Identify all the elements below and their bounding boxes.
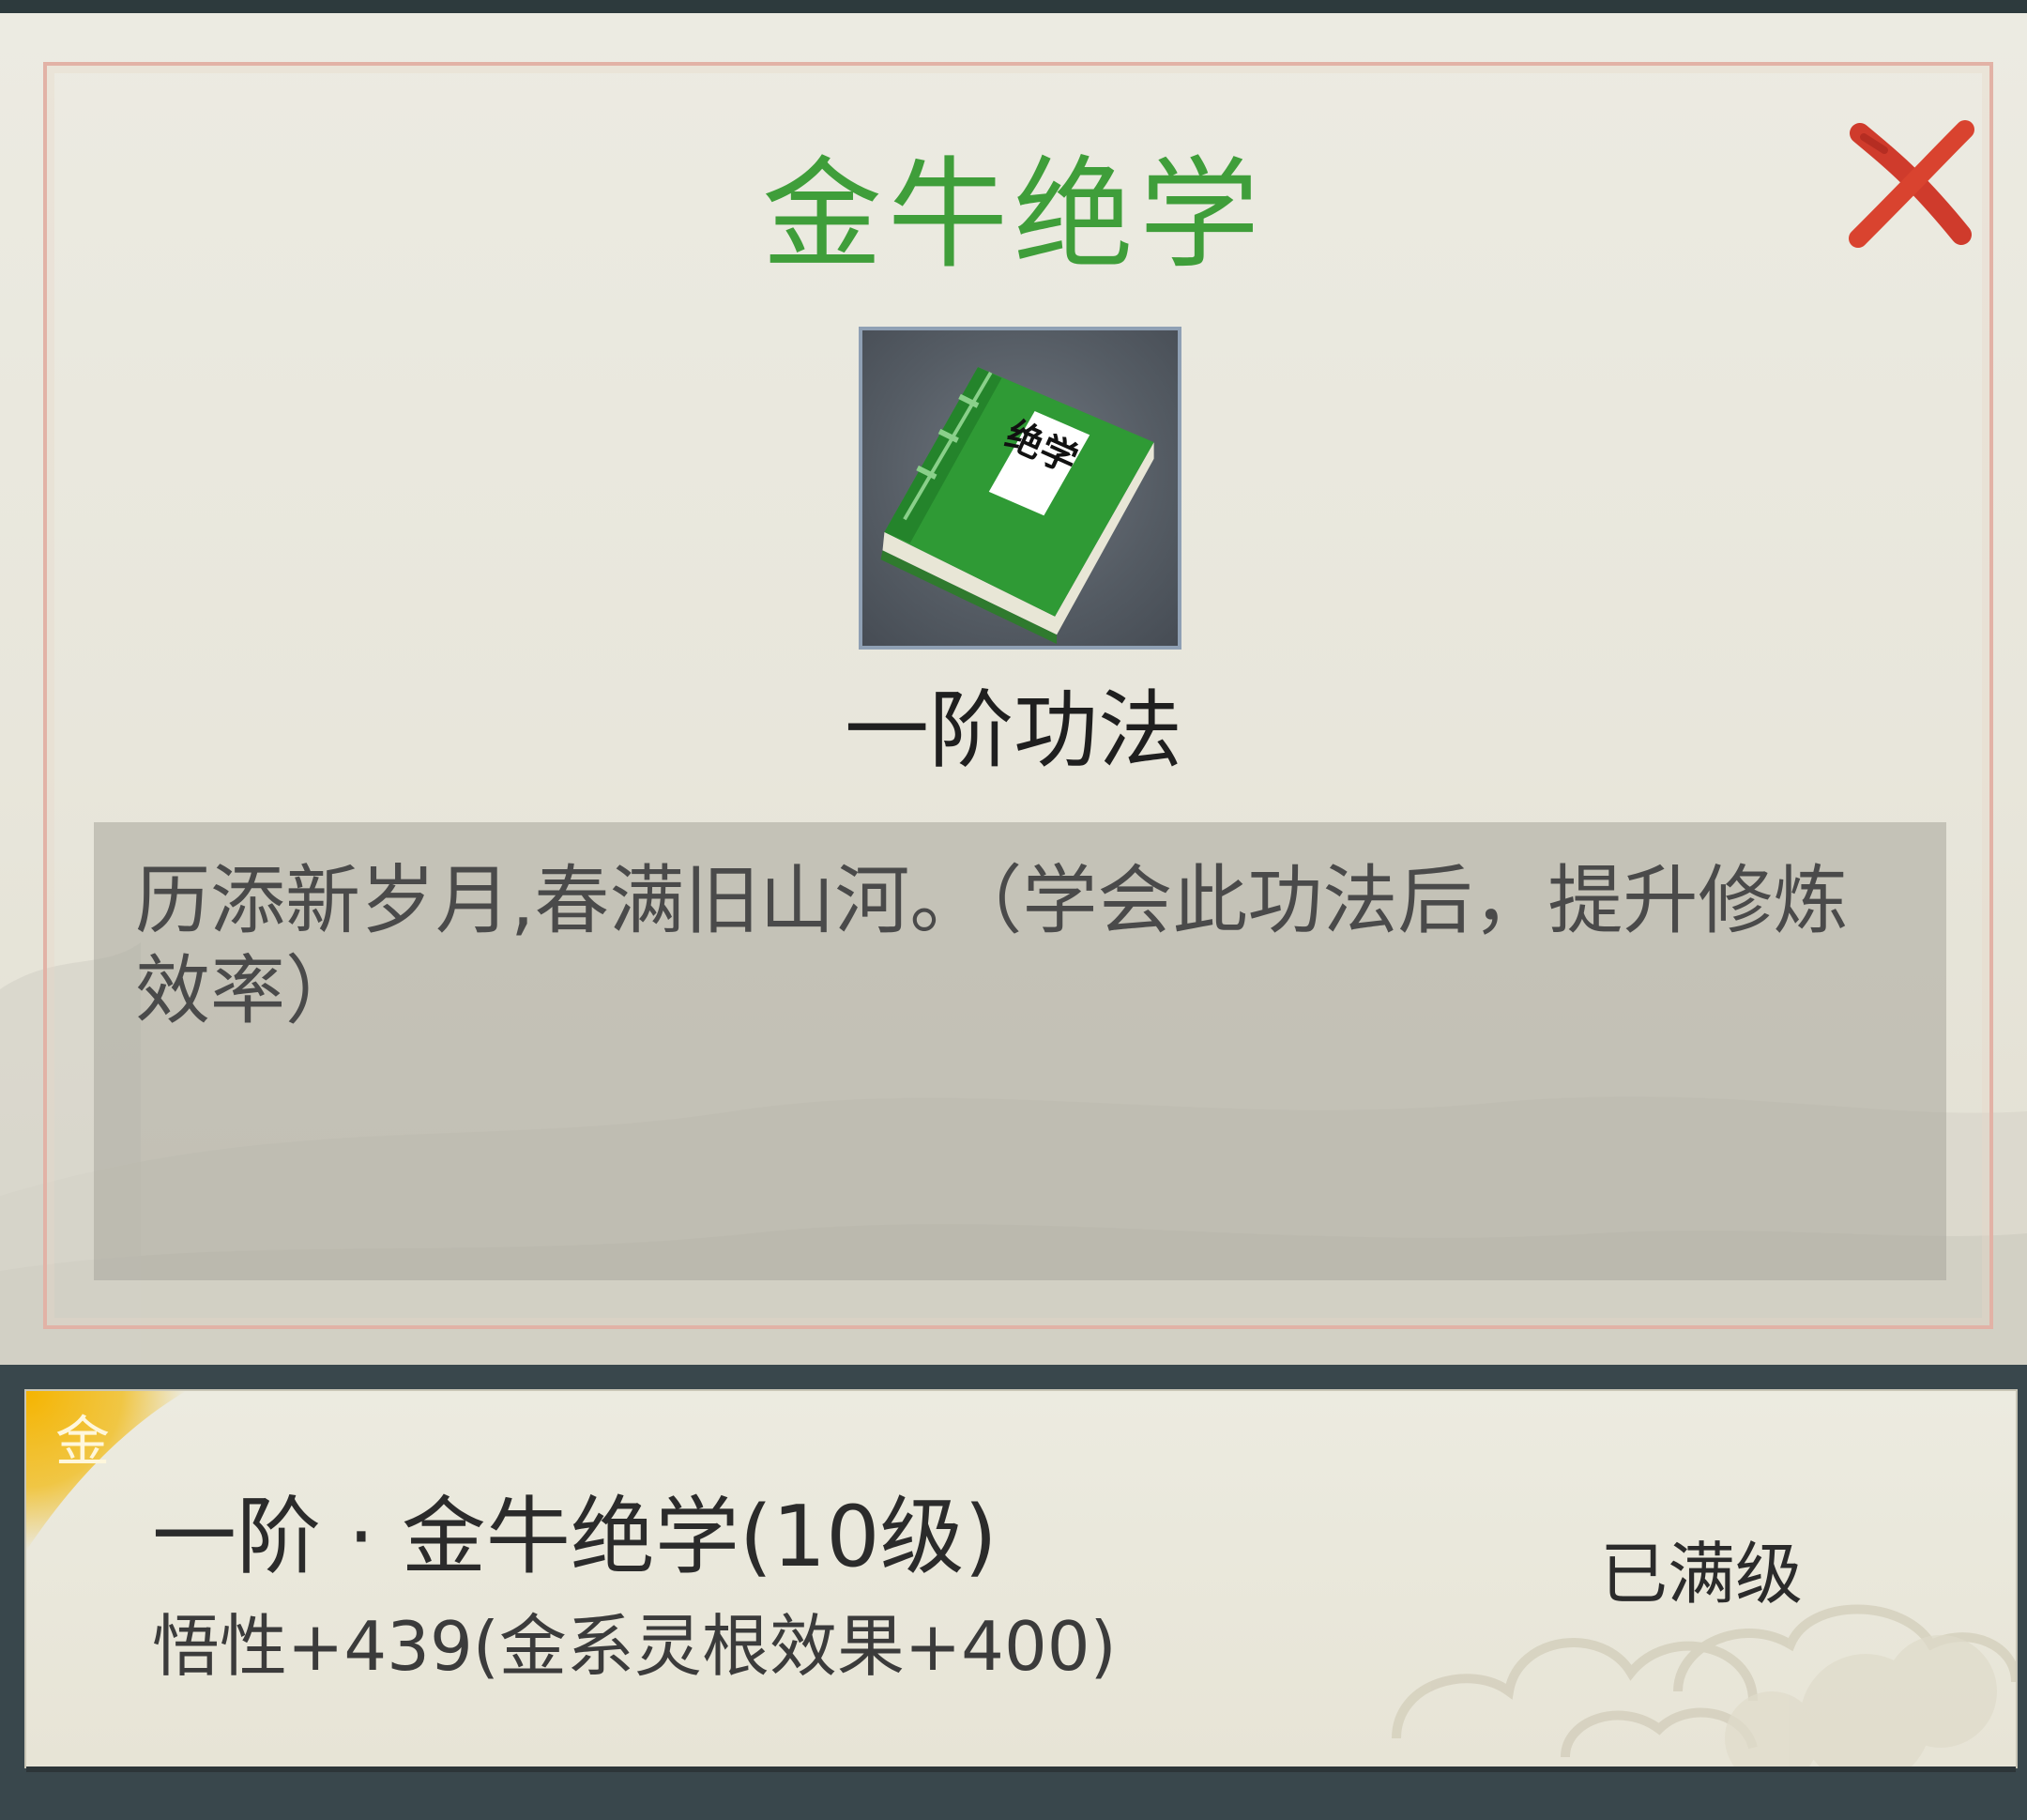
top-edge-bar: [0, 0, 2027, 13]
description-box: 历添新岁月,春满旧山河。（学会此功法后，提升修炼效率）: [94, 822, 1946, 1280]
red-x-close-icon: [1849, 120, 1974, 248]
element-badge-label: 金: [54, 1410, 110, 1474]
game-screen: 金牛绝学 绝学 一阶功法 历添新岁月,春满旧山河。（学会此功法后，提升修炼效率）: [0, 0, 2027, 1820]
item-grade-label: 一阶功法: [845, 681, 1182, 780]
item-detail-dialog: 金牛绝学 绝学 一阶功法 历添新岁月,春满旧山河。（学会此功法后，提升修炼效率）: [0, 13, 2027, 1365]
skill-info-panel: 金 一阶 · 金牛绝学(10级) 悟性+439(金系灵根效果+400) 已满级: [26, 1391, 2016, 1766]
item-icon-slot: 绝学: [859, 327, 1181, 650]
skill-name-level: 一阶 · 金牛绝学(10级): [152, 1488, 998, 1586]
close-button[interactable]: [1847, 116, 1978, 248]
skill-bonus-text: 悟性+439(金系灵根效果+400): [152, 1607, 1117, 1686]
max-level-status-button[interactable]: 已满级: [1547, 1522, 1856, 1626]
dialog-title: 金牛绝学: [761, 145, 1265, 285]
description-text: 历添新岁月,春满旧山河。（学会此功法后，提升修炼效率）: [135, 857, 1849, 1034]
green-book-icon: 绝学: [880, 367, 1154, 645]
